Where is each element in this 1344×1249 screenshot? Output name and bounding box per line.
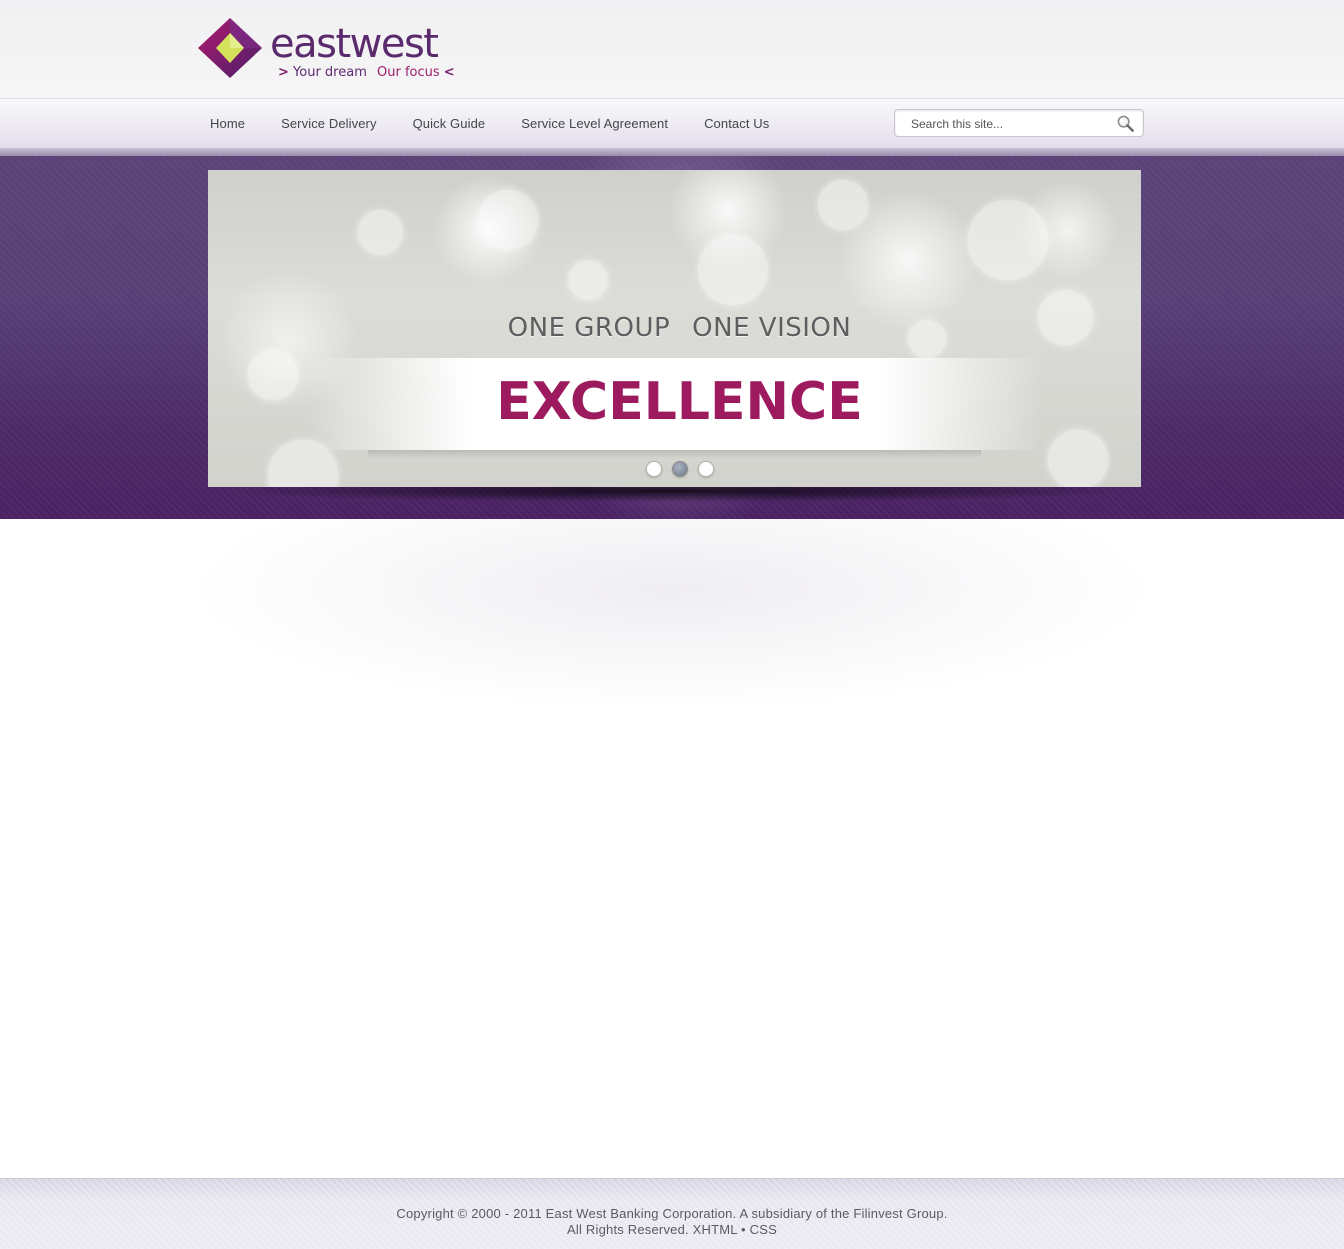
footer-separator: • [741, 1222, 746, 1237]
search-box [894, 109, 1144, 137]
search-input[interactable] [909, 114, 1113, 134]
bokeh-light [698, 235, 768, 305]
slider-dot-1[interactable] [646, 461, 662, 477]
bokeh-light [818, 180, 868, 230]
main-nav: Home Service Delivery Quick Guide Servic… [210, 116, 805, 131]
eastwest-logo[interactable]: eastwest > Your dream Our focus < [196, 16, 456, 84]
diamond-logo-icon [198, 18, 262, 78]
magnifier-icon[interactable] [1116, 114, 1135, 133]
footer-rights-line: All Rights Reserved. XHTML • CSS [0, 1222, 1344, 1238]
slider-pagination [646, 461, 724, 477]
footer-link-xhtml[interactable]: XHTML [693, 1222, 738, 1237]
nav-item-service-level-agreement[interactable]: Service Level Agreement [521, 116, 668, 131]
footer-copyright: Copyright © 2000 - 2011 East West Bankin… [396, 1206, 948, 1221]
slider-dot-3[interactable] [698, 461, 714, 477]
brand-tagline: > Your dream Our focus < [278, 65, 455, 80]
bokeh-light [1048, 430, 1108, 487]
chevron-right-icon: > [278, 65, 289, 80]
tagline-dream: Your dream [293, 65, 367, 80]
nav-item-service-delivery[interactable]: Service Delivery [281, 116, 377, 131]
main-content-area [0, 519, 1344, 1178]
site-header: eastwest > Your dream Our focus < [0, 0, 1344, 99]
slogan-one-group: ONE GROUP [507, 313, 671, 343]
slide-slogan: ONE GROUP ONE VISION [208, 313, 1141, 343]
main-navigation-bar: Home Service Delivery Quick Guide Servic… [0, 99, 1344, 148]
chevron-left-icon: < [443, 65, 455, 80]
footer-link-css[interactable]: CSS [750, 1222, 777, 1237]
brand-name: eastwest [270, 21, 439, 67]
nav-item-home[interactable]: Home [210, 116, 245, 131]
footer-text: Copyright © 2000 - 2011 East West Bankin… [0, 1206, 1344, 1238]
nav-item-contact-us[interactable]: Contact Us [704, 116, 769, 131]
slide-headline: EXCELLENCE [496, 372, 863, 432]
footer-rights: All Rights Reserved. [567, 1222, 689, 1237]
bokeh-light [968, 200, 1048, 280]
hero-slider[interactable]: ONE GROUP ONE VISION EXCELLENCE [208, 170, 1141, 487]
bokeh-light [478, 190, 538, 250]
bokeh-light [358, 210, 403, 255]
bokeh-light [568, 260, 608, 300]
slogan-one-vision: ONE VISION [692, 313, 852, 343]
nav-divider [0, 148, 1344, 156]
tagline-focus: Our focus [377, 65, 440, 80]
site-footer: Copyright © 2000 - 2011 East West Bankin… [0, 1178, 1344, 1249]
slider-dot-2[interactable] [672, 461, 688, 477]
nav-item-quick-guide[interactable]: Quick Guide [413, 116, 486, 131]
